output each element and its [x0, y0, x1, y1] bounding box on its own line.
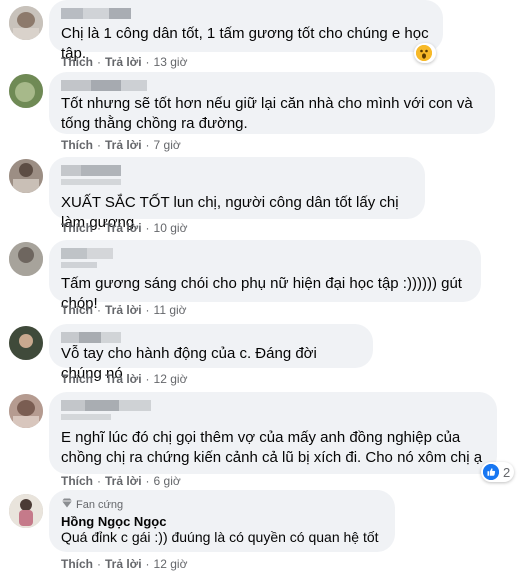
reply-link[interactable]: Trả lời — [105, 55, 142, 69]
blurred-author-name — [61, 248, 113, 259]
blurred-author-name — [61, 262, 97, 268]
avatar[interactable] — [9, 74, 43, 108]
avatar[interactable] — [9, 159, 43, 193]
reply-link[interactable]: Trả lời — [105, 557, 142, 571]
author-name[interactable]: Hồng Ngọc Ngọc — [61, 514, 166, 529]
timestamp[interactable]: 12 giờ — [154, 557, 188, 571]
reaction-summary[interactable]: 2 — [481, 462, 515, 482]
like-link[interactable]: Thích — [61, 372, 93, 386]
reaction-count: 2 — [503, 464, 511, 480]
comment-text: Quá đỉnk c gái :)) đuúng là có quyền có … — [61, 529, 379, 545]
comment-text: E nghĩ lúc đó chị gọi thêm vợ của mấy an… — [61, 429, 483, 466]
reply-link[interactable]: Trả lời — [105, 303, 142, 317]
comment-actions: Thích · Trả lời · 7 giờ — [61, 138, 181, 152]
reply-link[interactable]: Trả lời — [105, 138, 142, 152]
comment-bubble: E nghĩ lúc đó chị gọi thêm vợ của mấy an… — [49, 392, 497, 474]
comment-text: Tốt nhưng sẽ tốt hơn nếu giữ lại căn nhà… — [61, 95, 477, 132]
comment-actions: Thích · Trả lời · 13 giờ — [61, 55, 188, 69]
reply-link[interactable]: Trả lời — [105, 474, 142, 488]
timestamp[interactable]: 7 giờ — [154, 138, 181, 152]
avatar[interactable] — [9, 394, 43, 428]
avatar[interactable] — [9, 242, 43, 276]
avatar[interactable] — [9, 6, 43, 40]
comment-bubble: Chị là 1 công dân tốt, 1 tấm gương tốt c… — [49, 0, 443, 62]
blurred-author-name — [61, 179, 121, 185]
blurred-author-name — [61, 400, 151, 411]
timestamp[interactable]: 12 giờ — [154, 372, 188, 386]
comment-bubble: XUẤT SẮC TỐT lun chị, người công dân tốt… — [49, 157, 425, 231]
timestamp[interactable]: 6 giờ — [154, 474, 181, 488]
timestamp[interactable]: 11 giờ — [154, 303, 187, 317]
blurred-author-name — [61, 414, 111, 420]
wow-reaction-icon — [416, 45, 432, 61]
comment-bubble: Fan cứng Hồng Ngọc Ngọc Quá đỉnk c gái :… — [49, 490, 395, 552]
like-reaction-icon — [483, 464, 499, 480]
comment-bubble: Tốt nhưng sẽ tốt hơn nếu giữ lại căn nhà… — [49, 72, 495, 134]
blurred-author-name — [61, 8, 131, 19]
comment-actions: Thích · Trả lời · 11 giờ — [61, 303, 187, 317]
comment-bubble: Vỗ tay cho hành động của c. Đáng đời chú… — [49, 324, 373, 382]
fan-badge: Fan cứng — [61, 498, 123, 511]
blurred-author-name — [61, 165, 121, 176]
comment-actions: Thích · Trả lời · 10 giờ — [61, 221, 188, 235]
blurred-author-name — [61, 332, 121, 343]
reply-link[interactable]: Trả lời — [105, 372, 142, 386]
like-link[interactable]: Thích — [61, 557, 93, 571]
fan-badge-icon — [61, 498, 73, 511]
timestamp[interactable]: 10 giờ — [154, 221, 188, 235]
comment-actions: Thích · Trả lời · 12 giờ — [61, 557, 188, 571]
like-link[interactable]: Thích — [61, 138, 93, 152]
avatar[interactable] — [9, 494, 43, 528]
like-link[interactable]: Thích — [61, 55, 93, 69]
comment-actions: Thích · Trả lời · 12 giờ — [61, 372, 188, 386]
comment-actions: Thích · Trả lời · 6 giờ — [61, 474, 181, 488]
reply-link[interactable]: Trả lời — [105, 221, 142, 235]
timestamp[interactable]: 13 giờ — [154, 55, 188, 69]
like-link[interactable]: Thích — [61, 221, 93, 235]
blurred-author-name — [61, 80, 147, 91]
comment-bubble: Tấm gương sáng chói cho phụ nữ hiện đại … — [49, 240, 481, 312]
avatar[interactable] — [9, 326, 43, 360]
like-link[interactable]: Thích — [61, 303, 93, 317]
reaction-summary[interactable] — [414, 43, 436, 63]
like-link[interactable]: Thích — [61, 474, 93, 488]
